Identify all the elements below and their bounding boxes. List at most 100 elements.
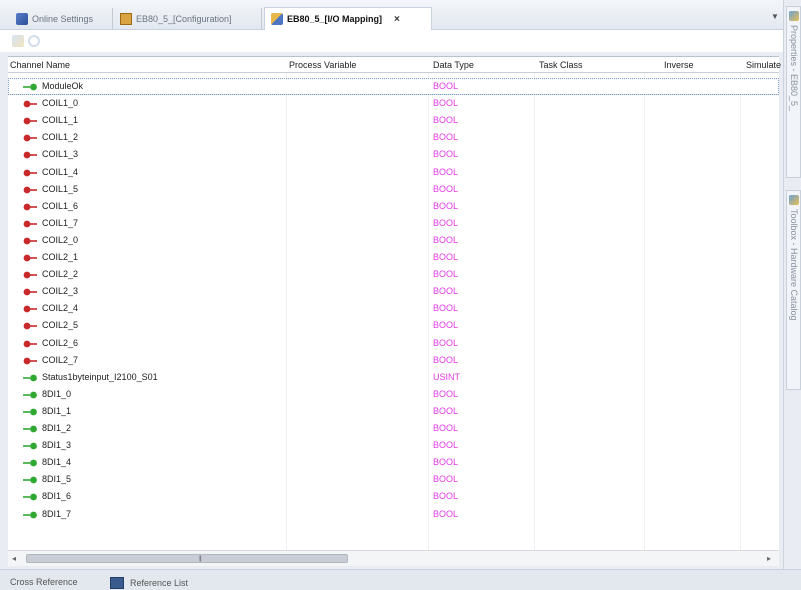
table-header: Channel Name Process Variable Data Type … — [8, 57, 781, 73]
channel-name: COIL1_3 — [42, 149, 79, 160]
data-type-cell: BOOL — [433, 200, 459, 211]
table-row[interactable]: COIL2_4 BOOL — [8, 300, 779, 317]
channel-name: COIL1_5 — [42, 183, 79, 194]
output-channel-icon — [23, 134, 38, 142]
table-row[interactable]: COIL2_2 BOOL — [8, 266, 779, 283]
data-type-cell: BOOL — [433, 166, 459, 177]
data-type-cell: BOOL — [433, 98, 459, 109]
close-icon[interactable]: × — [394, 14, 400, 25]
table-row[interactable]: COIL2_0 BOOL — [8, 232, 779, 249]
refresh-icon[interactable] — [28, 35, 40, 47]
table-row[interactable]: 8DI1_6 BOOL — [8, 488, 779, 505]
scrollbar-grip-icon: ||| — [199, 556, 202, 562]
table-row[interactable]: 8DI1_5 BOOL — [8, 471, 779, 488]
output-channel-icon — [23, 203, 38, 211]
tab-online-settings[interactable]: Online Settings — [10, 8, 113, 30]
output-channel-icon — [23, 340, 38, 348]
table-row[interactable]: COIL2_1 BOOL — [8, 249, 779, 266]
table-row[interactable]: 8DI1_2 BOOL — [8, 420, 779, 437]
column-header-channel-name[interactable]: Channel Name — [10, 60, 70, 70]
map-variable-icon[interactable] — [12, 35, 24, 47]
channel-name: 8DI1_3 — [42, 440, 72, 451]
table-row[interactable]: COIL1_0 BOOL — [8, 95, 779, 112]
horizontal-scrollbar[interactable]: ◂ ||| ▸ — [8, 550, 779, 566]
input-channel-icon — [23, 442, 38, 450]
table-row[interactable]: COIL2_3 BOOL — [8, 283, 779, 300]
tab-list-dropdown-icon[interactable]: ▼ — [771, 12, 779, 21]
reference-list-icon — [110, 577, 124, 589]
data-type-cell: BOOL — [433, 183, 459, 194]
output-channel-icon — [23, 357, 38, 365]
column-header-task-class[interactable]: Task Class — [539, 60, 583, 70]
output-channel-icon — [23, 271, 38, 279]
data-type-cell: BOOL — [433, 286, 459, 297]
channel-name: COIL2_2 — [42, 269, 79, 280]
output-channel-icon — [23, 100, 38, 108]
table-row[interactable]: COIL2_6 BOOL — [8, 335, 779, 352]
column-header-inverse[interactable]: Inverse — [664, 60, 694, 70]
column-header-simulate[interactable]: Simulate — [746, 60, 781, 70]
table-row[interactable]: ModuleOk BOOL — [8, 78, 779, 95]
tab-label: EB80_5_[Configuration] — [136, 14, 232, 24]
output-channel-icon — [23, 186, 38, 194]
editor-toolbar — [0, 30, 783, 52]
channel-name: COIL2_6 — [42, 337, 79, 348]
side-tab-label: Properties - EB80_5_ — [789, 25, 799, 112]
channel-name: COIL1_7 — [42, 217, 79, 228]
channel-name: COIL1_1 — [42, 115, 79, 126]
table-row[interactable]: 8DI1_4 BOOL — [8, 454, 779, 471]
output-channel-icon — [23, 288, 38, 296]
output-channel-icon — [23, 151, 38, 159]
output-channel-icon — [23, 220, 38, 228]
output-channel-icon — [23, 237, 38, 245]
column-header-data-type[interactable]: Data Type — [433, 60, 474, 70]
configuration-icon — [120, 13, 132, 25]
data-type-cell: BOOL — [433, 81, 459, 91]
channel-name: 8DI1_5 — [42, 474, 72, 485]
side-tab-properties[interactable]: Properties - EB80_5_ — [786, 6, 801, 178]
table-row[interactable]: COIL1_2 BOOL — [8, 129, 779, 146]
table-row[interactable]: COIL1_5 BOOL — [8, 181, 779, 198]
input-channel-icon — [23, 459, 38, 467]
input-channel-icon — [23, 493, 38, 501]
table-row[interactable]: 8DI1_1 BOOL — [8, 403, 779, 420]
table-row[interactable]: Status1byteinput_I2100_S01 USINT — [8, 369, 779, 386]
data-type-cell: USINT — [433, 371, 460, 382]
tab-reference-list[interactable]: Reference List — [110, 577, 188, 589]
table-row[interactable]: COIL1_1 BOOL — [8, 112, 779, 129]
channel-name: COIL1_2 — [42, 132, 79, 143]
side-tab-label: Toolbox - Hardware Catalog — [789, 209, 799, 321]
table-row[interactable]: COIL2_5 BOOL — [8, 317, 779, 334]
channel-name: Status1byteinput_I2100_S01 — [42, 371, 158, 382]
table-row[interactable]: COIL2_7 BOOL — [8, 352, 779, 369]
table-row[interactable]: COIL1_4 BOOL — [8, 164, 779, 181]
table-row[interactable]: COIL1_6 BOOL — [8, 198, 779, 215]
scroll-right-icon[interactable]: ▸ — [767, 554, 771, 563]
scroll-left-icon[interactable]: ◂ — [12, 554, 16, 563]
column-header-process-variable[interactable]: Process Variable — [289, 60, 356, 70]
output-channel-icon — [23, 305, 38, 313]
output-channel-icon — [23, 117, 38, 125]
tab-io-mapping[interactable]: EB80_5_[I/O Mapping] × — [264, 7, 432, 31]
right-side-dock: Properties - EB80_5_ Toolbox - Hardware … — [783, 0, 801, 569]
output-channel-icon — [23, 254, 38, 262]
table-row[interactable]: 8DI1_7 BOOL — [8, 506, 779, 523]
table-row[interactable]: COIL1_7 BOOL — [8, 215, 779, 232]
io-mapping-table: Channel Name Process Variable Data Type … — [8, 56, 781, 551]
channel-name: 8DI1_1 — [42, 405, 72, 416]
channel-name: 8DI1_6 — [42, 491, 72, 502]
table-row[interactable]: 8DI1_0 BOOL — [8, 386, 779, 403]
scrollbar-thumb[interactable]: ||| — [26, 554, 348, 563]
data-type-cell: BOOL — [433, 457, 459, 468]
data-type-cell: BOOL — [433, 217, 459, 228]
table-row[interactable]: COIL1_3 BOOL — [8, 146, 779, 163]
data-type-cell: BOOL — [433, 149, 459, 160]
tab-configuration[interactable]: EB80_5_[Configuration] — [114, 8, 262, 30]
table-row[interactable]: 8DI1_3 BOOL — [8, 437, 779, 454]
channel-name: COIL2_0 — [42, 234, 79, 245]
side-tab-toolbox[interactable]: Toolbox - Hardware Catalog — [786, 190, 801, 390]
tab-label: Reference List — [130, 578, 189, 588]
tab-cross-reference[interactable]: Cross Reference — [10, 577, 78, 587]
bottom-tab-strip: Cross Reference Reference List — [0, 569, 801, 590]
data-type-cell: BOOL — [433, 491, 459, 502]
